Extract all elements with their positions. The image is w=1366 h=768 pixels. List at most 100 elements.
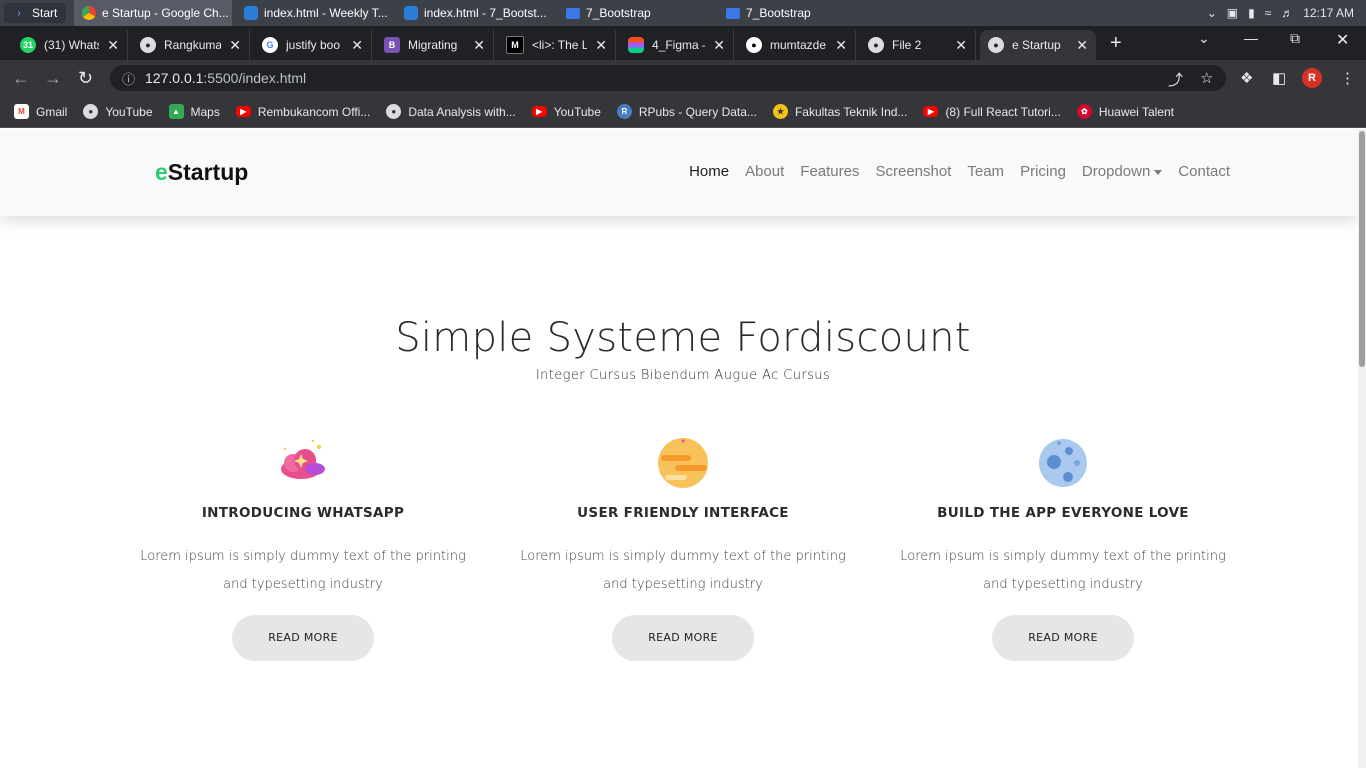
taskbar-window-vscode-1[interactable]: index.html - Weekly T... <box>236 0 392 26</box>
os-taskbar: › Start e Startup - Google Ch... index.h… <box>0 0 1366 26</box>
read-more-button[interactable]: READ MORE <box>612 615 754 661</box>
bookmark-label: Rembukancom Offi... <box>257 104 371 119</box>
bookmark-data-analysis[interactable]: ● Data Analysis with... <box>386 104 516 119</box>
taskbar-window-folder-1[interactable]: 7_Bootstrap <box>558 0 714 26</box>
extensions-icon[interactable]: ❖ <box>1240 69 1253 87</box>
bookmark-youtube[interactable]: ● YouTube <box>83 104 153 119</box>
close-tab-icon[interactable]: ✕ <box>1076 37 1088 54</box>
nav-about[interactable]: About <box>745 163 784 180</box>
feature-card: BUILD THE APP EVERYONE LOVE Lorem ipsum … <box>873 435 1253 661</box>
bookmark-maps[interactable]: ▲ Maps <box>168 104 220 119</box>
new-tab-button[interactable]: + <box>1110 32 1122 55</box>
side-panel-icon[interactable]: ◧ <box>1272 69 1286 87</box>
youtube-icon: ▶ <box>531 106 547 117</box>
scrollbar-thumb[interactable] <box>1359 131 1365 367</box>
battery-icon[interactable]: ▮ <box>1248 6 1255 20</box>
forward-icon[interactable]: → <box>44 68 62 89</box>
close-tab-icon[interactable]: ✕ <box>835 37 847 54</box>
close-tab-icon[interactable]: ✕ <box>229 37 241 54</box>
browser-toolbar: ← → ↻ ⓘ 127.0.0.1:5500/index.html ⤴ ☆ ❖ … <box>0 60 1366 96</box>
tab-title: mumtazde <box>770 38 827 52</box>
nav-team[interactable]: Team <box>967 163 1004 180</box>
vscode-icon <box>404 6 418 20</box>
share-icon[interactable]: ⤴ <box>1168 69 1183 90</box>
chevron-up-icon[interactable]: ⌄ <box>1207 6 1217 20</box>
reload-icon[interactable]: ↻ <box>78 68 93 89</box>
taskbar-window-label: e Startup - Google Ch... <box>102 6 229 20</box>
system-tray: ⌄ ▣ ▮ ≈ ♬ 12:17 AM <box>1207 0 1366 26</box>
volume-icon[interactable]: ♬ <box>1281 6 1293 20</box>
bookmark-star-icon[interactable]: ☆ <box>1200 69 1213 87</box>
browser-tab[interactable]: 31 (31) WhatsApp ✕ <box>12 30 128 60</box>
browser-tab[interactable]: G justify boo ✕ <box>254 30 372 60</box>
restore-icon[interactable]: ⧉ <box>1290 30 1300 47</box>
feature-title: USER FRIENDLY INTERFACE <box>577 505 789 521</box>
taskbar-window-label: index.html - 7_Bootst... <box>424 6 547 20</box>
maps-icon: ▲ <box>168 104 184 119</box>
nav-features[interactable]: Features <box>800 163 859 180</box>
brand-accent-letter: e <box>155 159 168 185</box>
close-tab-icon[interactable]: ✕ <box>473 37 485 54</box>
menu-kebab-icon[interactable]: ⋮ <box>1340 69 1355 87</box>
bookmark-rpubs[interactable]: R RPubs - Query Data... <box>616 104 757 119</box>
browser-tab[interactable]: B Migrating ✕ <box>376 30 494 60</box>
bookmark-youtube-2[interactable]: ▶ YouTube <box>531 105 601 119</box>
bookmark-huawei[interactable]: ✿ Huawei Talent <box>1076 104 1174 119</box>
taskbar-window-label: 7_Bootstrap <box>746 6 811 20</box>
taskbar-window-chrome[interactable]: e Startup - Google Ch... <box>74 0 232 26</box>
mdn-icon: M <box>506 36 524 54</box>
bookmark-gmail[interactable]: M Gmail <box>14 104 67 119</box>
nav-home[interactable]: Home <box>689 163 729 180</box>
bookmark-react-tutorial[interactable]: ▶ (8) Full React Tutori... <box>923 105 1061 119</box>
browser-tab[interactable]: M <li>: The L ✕ <box>498 30 616 60</box>
bookmark-rembukan[interactable]: ▶ Rembukancom Offi... <box>235 104 371 119</box>
address-bar[interactable]: ⓘ 127.0.0.1:5500/index.html <box>110 65 1226 91</box>
bookmark-label: RPubs - Query Data... <box>638 104 757 119</box>
bookmark-label: Fakultas Teknik Ind... <box>794 104 908 119</box>
folder-icon <box>566 7 580 19</box>
device-icon[interactable]: ▣ <box>1227 6 1238 20</box>
tab-title: e Startup <box>1012 38 1061 52</box>
globe-icon: ● <box>83 104 99 119</box>
browser-tab[interactable]: ● File 2 ✕ <box>860 30 976 60</box>
tab-title: 4_Figma – <box>652 38 706 52</box>
close-tab-icon[interactable]: ✕ <box>107 37 119 54</box>
browser-tab[interactable]: 4_Figma – ✕ <box>620 30 734 60</box>
wifi-icon[interactable]: ≈ <box>1265 6 1272 20</box>
back-icon[interactable]: ← <box>12 68 30 89</box>
close-tab-icon[interactable]: ✕ <box>595 37 607 54</box>
taskbar-window-folder-2[interactable]: 7_Bootstrap <box>718 0 874 26</box>
tab-search-icon[interactable]: ⌄ <box>1198 30 1210 47</box>
clock[interactable]: 12:17 AM <box>1303 6 1354 20</box>
info-icon[interactable]: ⓘ <box>122 69 135 88</box>
close-window-icon[interactable]: ✕ <box>1336 30 1349 50</box>
taskbar-window-label: 7_Bootstrap <box>586 6 651 20</box>
read-more-button[interactable]: READ MORE <box>992 615 1134 661</box>
close-tab-icon[interactable]: ✕ <box>955 37 967 54</box>
nav-screenshot[interactable]: Screenshot <box>875 163 951 180</box>
read-more-button[interactable]: READ MORE <box>232 615 374 661</box>
tab-title: File 2 <box>892 38 922 52</box>
start-button[interactable]: › Start <box>4 3 66 23</box>
page-scrollbar[interactable] <box>1358 129 1366 768</box>
page-viewport: eStartup Home About Features Screenshot … <box>0 129 1358 768</box>
url-path: :5500/index.html <box>203 70 307 86</box>
site-brand-logo[interactable]: eStartup <box>155 159 248 186</box>
nav-pricing[interactable]: Pricing <box>1020 163 1066 180</box>
minimize-icon[interactable]: — <box>1244 30 1258 46</box>
nav-contact[interactable]: Contact <box>1178 163 1230 180</box>
chrome-icon <box>82 6 96 20</box>
browser-tab[interactable]: ● mumtazde ✕ <box>738 30 856 60</box>
close-tab-icon[interactable]: ✕ <box>351 37 363 54</box>
browser-tab[interactable]: ● Rangkuman ✕ <box>132 30 250 60</box>
planet-icon <box>493 435 873 491</box>
tab-title: Migrating <box>408 38 458 52</box>
close-tab-icon[interactable]: ✕ <box>713 37 725 54</box>
profile-avatar[interactable]: R <box>1302 68 1322 88</box>
browser-tab-active[interactable]: ● e Startup ✕ <box>980 30 1096 60</box>
bookmark-fakultas[interactable]: ★ Fakultas Teknik Ind... <box>772 104 908 119</box>
nav-dropdown[interactable]: Dropdown <box>1082 163 1163 180</box>
vscode-icon <box>244 6 258 20</box>
taskbar-window-vscode-2[interactable]: index.html - 7_Bootst... <box>396 0 552 26</box>
feature-card: INTRODUCING WHATSAPP Lorem ipsum is simp… <box>113 435 493 661</box>
